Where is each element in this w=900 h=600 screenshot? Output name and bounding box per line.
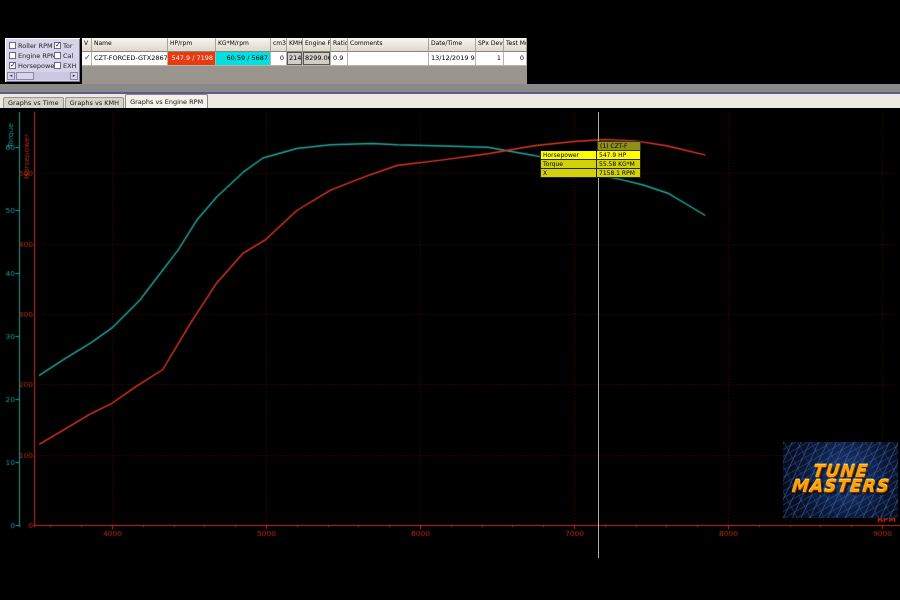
col-header-name[interactable]: Name xyxy=(92,38,168,52)
checkbox-icon[interactable] xyxy=(9,42,16,49)
table-empty-area xyxy=(82,66,527,84)
chart-tooltip: (1) CZT-F Horsepower 547.9 HP Torque 55.… xyxy=(540,141,641,178)
checkbox-icon[interactable]: ✓ xyxy=(54,42,61,49)
checkbox-engine-rpm[interactable]: Engine RPM xyxy=(9,51,56,60)
cell-hp-rpm[interactable]: 547.9 / 7198 xyxy=(168,52,216,66)
checkbox-label: Horsepower xyxy=(18,62,57,70)
checkbox-label: Engine RPM xyxy=(18,52,56,60)
scroll-right-icon[interactable]: ▸ xyxy=(70,72,78,80)
col-header-kmh[interactable]: KMH xyxy=(287,38,303,52)
tooltip-label: Horsepower xyxy=(540,151,597,160)
checkbox-icon[interactable] xyxy=(9,52,16,59)
tooltip-value: 7158.1 RPM xyxy=(597,169,641,178)
tooltip-spacer xyxy=(540,141,597,151)
tab-graphs-vs-kmh[interactable]: Graphs vs KMH xyxy=(65,97,124,108)
checkbox-label: Roller RPM xyxy=(18,42,53,50)
scroll-left-icon[interactable]: ◂ xyxy=(7,72,15,80)
graph-tab-bar: Graphs vs Time Graphs vs KMH Graphs vs E… xyxy=(0,94,900,108)
col-header-ratio[interactable]: Ratio xyxy=(331,38,348,52)
col-header-engine-rpm[interactable]: Engine RPM xyxy=(303,38,331,52)
col-header-test-mode[interactable]: Test Mode xyxy=(504,38,527,52)
runs-table: V Name HP/rpm KG*M/rpm cm3 KMH Engine RP… xyxy=(82,38,527,84)
col-header-hp-rpm[interactable]: HP/rpm xyxy=(168,38,216,52)
tab-graphs-vs-engine-rpm[interactable]: Graphs vs Engine RPM xyxy=(125,94,208,108)
tooltip-title: (1) CZT-F xyxy=(597,141,641,151)
tooltip-label: Torque xyxy=(540,160,597,169)
tab-graphs-vs-time[interactable]: Graphs vs Time xyxy=(3,97,64,108)
tooltip-row-x: X 7158.1 RPM xyxy=(540,169,641,178)
checkbox-horsepower[interactable]: ✓ Horsepower xyxy=(9,61,57,70)
dyno-graph-area: (1) CZT-F Horsepower 547.9 HP Torque 55.… xyxy=(0,108,900,600)
cell-kgm-rpm[interactable]: 60.59 / 5687 xyxy=(216,52,271,66)
checkbox-label: EXH xyxy=(63,62,76,70)
checkbox-icon[interactable]: ✓ xyxy=(9,62,16,69)
tooltip-value: 547.9 HP xyxy=(597,151,641,160)
header-block: Roller RPM Engine RPM ✓ Horsepower ✓ Tor… xyxy=(0,33,900,84)
col-header-cm3[interactable]: cm3 xyxy=(271,38,287,52)
row-check-icon[interactable]: ✓ xyxy=(82,52,92,66)
cell-ratio[interactable]: 0.9 xyxy=(331,52,348,66)
cell-comments[interactable] xyxy=(348,52,429,66)
checkbox-roller-rpm[interactable]: Roller RPM xyxy=(9,41,53,50)
checkbox-torque[interactable]: ✓ Tor xyxy=(54,41,73,50)
tooltip-label: X xyxy=(540,169,597,178)
tune-masters-logo: TUNE MASTERS xyxy=(783,442,898,518)
table-row[interactable]: ✓ CZT-FORCED-GTX2867-ECU-MAS 547.9 / 719… xyxy=(82,52,527,66)
tooltip-row-horsepower: Horsepower 547.9 HP xyxy=(540,151,641,160)
checkbox-label: Tor xyxy=(63,42,73,50)
channel-select-panel: Roller RPM Engine RPM ✓ Horsepower ✓ Tor… xyxy=(5,38,80,82)
cell-cm3[interactable]: 0 xyxy=(271,52,287,66)
cell-datetime[interactable]: 13/12/2019 9:51:13 A xyxy=(429,52,476,66)
checkbox-cal[interactable]: Cal xyxy=(54,51,73,60)
checkbox-icon[interactable] xyxy=(54,52,61,59)
cell-name[interactable]: CZT-FORCED-GTX2867-ECU-MAS xyxy=(92,52,168,66)
col-header-v[interactable]: V xyxy=(82,38,92,52)
cell-kmh[interactable]: 214.3 xyxy=(287,52,303,66)
logo-text-line2: MASTERS xyxy=(791,480,890,495)
panel-scrollbar[interactable]: ◂ ▸ xyxy=(7,72,78,80)
checkbox-exh[interactable]: EXH xyxy=(54,61,76,70)
tooltip-row-torque: Torque 55.58 KG*M xyxy=(540,160,641,169)
col-header-datetime[interactable]: Date/Time xyxy=(429,38,476,52)
cell-test-mode[interactable]: 0 xyxy=(504,52,527,66)
col-header-comments[interactable]: Comments xyxy=(348,38,429,52)
dyno-chart-canvas[interactable] xyxy=(0,108,900,600)
tooltip-value: 55.58 KG*M xyxy=(597,160,641,169)
cell-engine-rpm[interactable]: 8299.068 xyxy=(303,52,331,66)
table-header-row: V Name HP/rpm KG*M/rpm cm3 KMH Engine RP… xyxy=(82,38,527,52)
col-header-kgm-rpm[interactable]: KG*M/rpm xyxy=(216,38,271,52)
chart-cursor-line[interactable] xyxy=(598,112,599,558)
checkbox-icon[interactable] xyxy=(54,62,61,69)
cell-spx-device[interactable]: 1 xyxy=(476,52,504,66)
checkbox-label: Cal xyxy=(63,52,73,60)
col-header-spx-device[interactable]: SPx Devic xyxy=(476,38,504,52)
scrollbar-thumb[interactable] xyxy=(16,72,34,80)
divider-strip xyxy=(0,84,900,92)
